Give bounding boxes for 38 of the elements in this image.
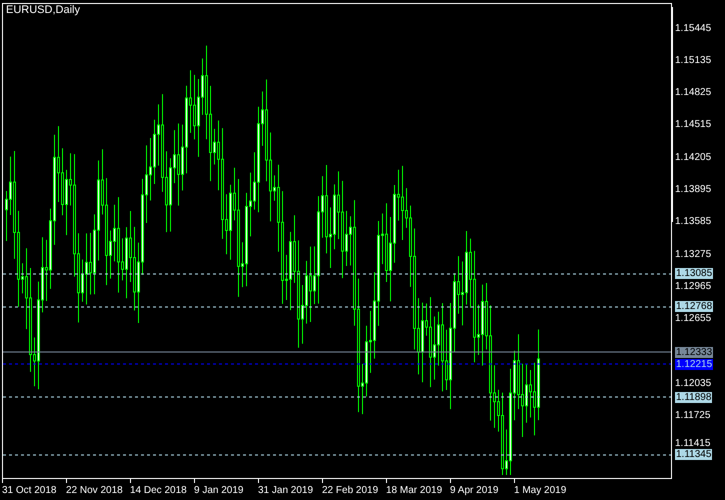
- time-tick: [450, 479, 451, 483]
- price-tag: 1.12333: [675, 346, 714, 358]
- price-tag: 1.12768: [675, 301, 714, 312]
- time-tick: [66, 479, 67, 483]
- time-tick: [322, 479, 323, 483]
- price-axis-label: 1.14825: [675, 87, 712, 98]
- time-axis-label: 22 Nov 2018: [66, 485, 123, 497]
- price-axis-label: 1.11415: [675, 438, 710, 450]
- time-axis-label: 14 Dec 2018: [130, 485, 187, 497]
- price-tag: 1.13085: [675, 268, 714, 280]
- time-axis-label: 18 Mar 2019: [386, 485, 442, 497]
- price-axis-label: 1.14515: [675, 119, 712, 130]
- chart-title: EURUSD,Daily: [6, 4, 80, 16]
- price-tag: 1.11898: [675, 392, 712, 403]
- time-axis-label: 1 May 2019: [514, 485, 566, 497]
- price-axis-label: 1.14205: [675, 152, 712, 163]
- price-axis-label: 1.13275: [675, 248, 712, 260]
- time-tick: [194, 479, 195, 483]
- price-axis-label: 1.15135: [675, 54, 712, 66]
- time-axis-label: 31 Oct 2018: [2, 485, 56, 497]
- price-axis-label: 1.12965: [675, 280, 712, 292]
- price-axis-label: 1.12655: [675, 313, 712, 324]
- time-tick: [386, 479, 387, 483]
- time-axis-label: 9 Jan 2019: [194, 485, 244, 497]
- price-tag: 1.12215: [675, 358, 714, 370]
- price-axis-label: 1.11725: [675, 410, 710, 422]
- time-axis-label: 9 Apr 2019: [450, 485, 498, 497]
- time-tick: [514, 479, 515, 483]
- price-axis-label: 1.15445: [675, 22, 712, 34]
- time-tick: [2, 479, 3, 483]
- price-axis-label: 1.12035: [675, 378, 712, 389]
- price-axis-label: 1.13895: [675, 184, 712, 195]
- time-tick: [130, 479, 131, 483]
- time-tick: [258, 479, 259, 483]
- price-tag: 1.11345: [675, 449, 712, 460]
- time-axis-label: 22 Feb 2019: [322, 485, 378, 497]
- time-axis-label: 31 Jan 2019: [258, 485, 314, 497]
- price-axis-label: 1.13585: [675, 216, 712, 228]
